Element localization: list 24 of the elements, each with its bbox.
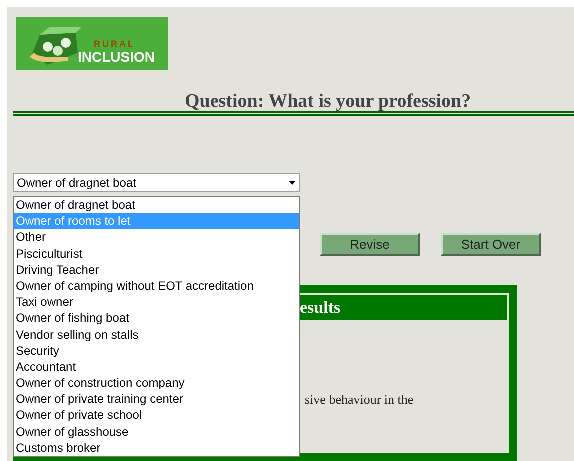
dropdown-option[interactable]: Accountant — [14, 358, 299, 376]
dropdown-option[interactable]: Pisciculturist — [14, 246, 299, 262]
dropdown-option[interactable]: Security — [14, 342, 299, 359]
dropdown-option[interactable]: Taxi owner — [14, 294, 299, 310]
dropdown-option[interactable]: Other — [14, 229, 299, 246]
action-button[interactable]: Start Over — [441, 233, 541, 256]
caret-icon — [289, 180, 296, 185]
dropdown-option[interactable]: Vendor selling on stalls — [14, 326, 299, 343]
dropdown-option[interactable]: Owner of dragnet boat — [14, 197, 299, 214]
dropdown-option[interactable]: Owner of camping without EOT accreditation — [14, 278, 299, 294]
dropdown-option[interactable]: Owner of private training center — [14, 391, 299, 408]
dropdown-option[interactable]: Customs broker — [14, 440, 299, 456]
logo-text: INCLUSION — [78, 50, 155, 64]
logo-text-top: RURAL — [94, 40, 136, 49]
dropdown-option[interactable]: Owner of fishing boat — [14, 310, 299, 326]
results-title: esults — [300, 297, 341, 320]
dropdown-option[interactable]: Owner of private school — [14, 407, 299, 424]
dropdown-option[interactable]: Owner of construction company — [14, 375, 299, 392]
dropdown-option[interactable]: Owner of glasshouse — [14, 424, 299, 440]
results-text: sive behaviour in the — [305, 391, 415, 410]
question-heading: Question: What is your profession? — [185, 92, 472, 111]
action-button[interactable]: Revise — [320, 233, 420, 256]
profession-select[interactable]: Owner of dragnet boat — [13, 173, 300, 192]
dropdown-option[interactable]: Driving Teacher — [14, 262, 299, 278]
